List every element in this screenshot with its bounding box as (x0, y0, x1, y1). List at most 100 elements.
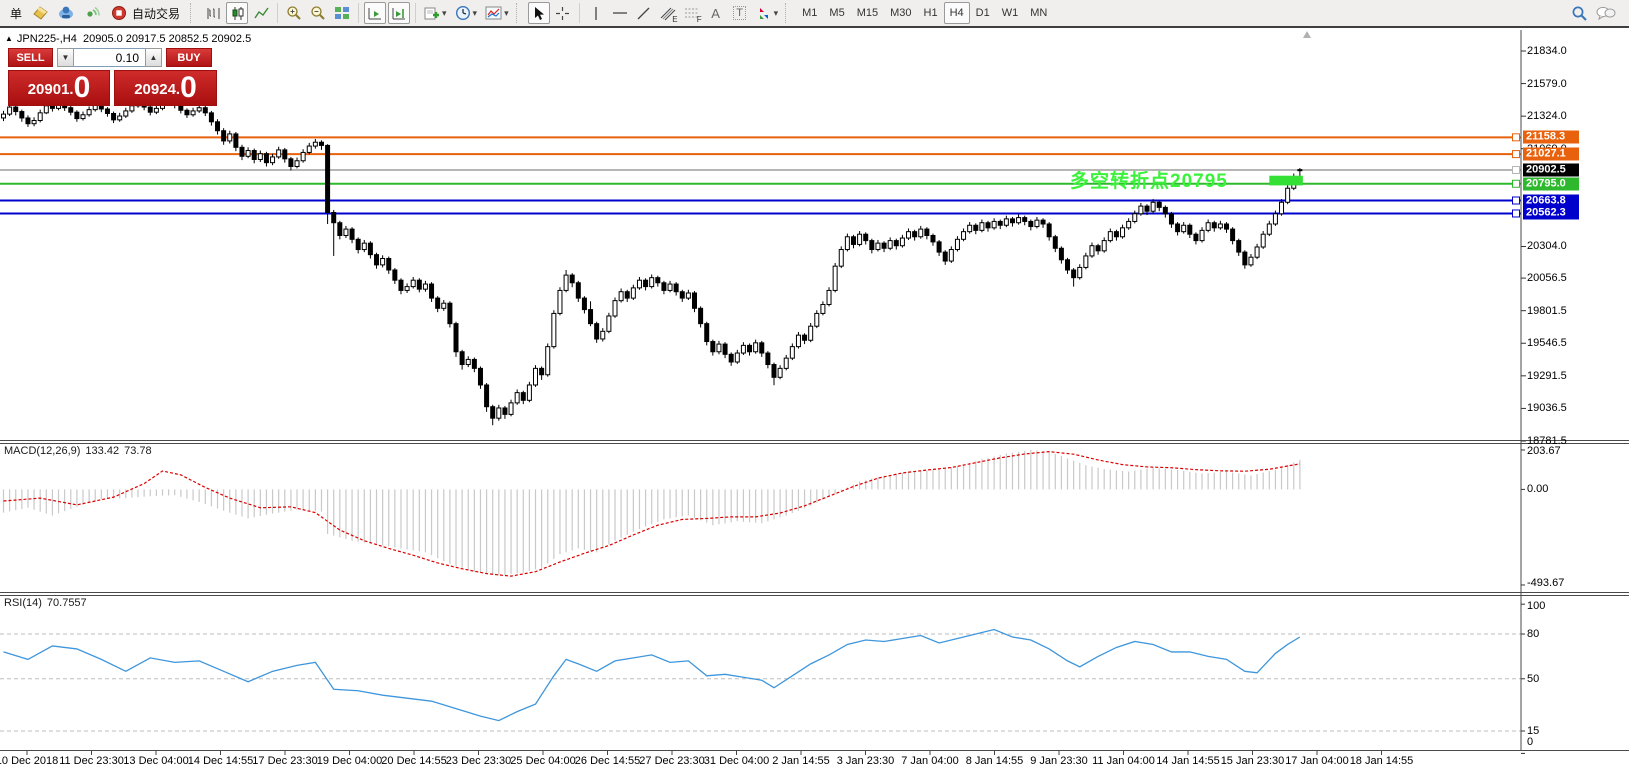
macd-histogram-bar (1085, 465, 1086, 489)
macd-histogram-bar (676, 489, 677, 517)
chart-macd-separator-2 (0, 443, 1629, 444)
macd-histogram-bar (773, 489, 774, 519)
candle-body (1017, 218, 1021, 223)
ohlc-values: 20905.0 20917.5 20852.5 20902.5 (83, 33, 251, 45)
channel-tool-button[interactable]: E (657, 2, 679, 24)
price-line-label[interactable]: 20795.0 (1523, 177, 1579, 190)
candlestick-chart-type-button[interactable] (226, 2, 248, 24)
candle-body (1108, 232, 1112, 241)
sell-price-button[interactable]: 20901.0 (8, 70, 110, 106)
line-label-anchor[interactable] (1513, 210, 1520, 217)
macd-histogram-bar (694, 489, 695, 518)
candle-body (454, 324, 458, 352)
candle-body (864, 234, 868, 240)
autoscroll-button[interactable] (364, 2, 386, 24)
price-line-label[interactable]: 20663.8 (1523, 194, 1579, 207)
line-label-anchor[interactable] (1513, 167, 1520, 174)
candle-body (668, 284, 672, 290)
arrows-tool-button[interactable]: ▾ (753, 2, 782, 24)
sell-button[interactable]: SELL (8, 48, 53, 67)
price-line-label[interactable]: 20562.3 (1523, 207, 1579, 220)
line-label-anchor[interactable] (1513, 151, 1520, 158)
line-chart-type-button[interactable] (250, 2, 272, 24)
price-line-label[interactable]: 21158.3 (1523, 131, 1579, 144)
periods-button[interactable]: ▾ (452, 2, 481, 24)
search-button[interactable] (1568, 2, 1591, 24)
timeframe-m15-button[interactable]: M15 (851, 2, 884, 24)
mql5-community-icon[interactable] (54, 2, 78, 24)
candle-body (8, 107, 12, 114)
macd-histogram-bar (755, 489, 756, 522)
macd-histogram-bar (1042, 451, 1043, 489)
line-label-anchor[interactable] (1513, 134, 1520, 141)
templates-icon (485, 6, 502, 20)
timeframe-m5-button[interactable]: M5 (823, 2, 850, 24)
macd-histogram-bar (315, 489, 316, 511)
buy-price-button[interactable]: 20924.0 (114, 70, 217, 106)
macd-histogram-bar (480, 489, 481, 572)
candle-body (1163, 207, 1167, 213)
collapse-marker-icon[interactable]: ▲ (5, 34, 13, 43)
zoom-in-button[interactable] (283, 2, 305, 24)
new-chart-button[interactable]: ▾ (421, 2, 450, 24)
timeframe-m1-button[interactable]: M1 (796, 2, 823, 24)
lot-increase-button[interactable]: ▲ (145, 48, 162, 67)
macd-histogram-bar (1116, 470, 1117, 489)
horizontal-line-icon (612, 6, 628, 20)
macd-histogram-bar (229, 489, 230, 512)
lot-size-input[interactable] (74, 48, 145, 67)
trendline-tool-button[interactable] (633, 2, 655, 24)
timeframe-m30-button[interactable]: M30 (884, 2, 917, 24)
toolbar-grip (190, 3, 196, 23)
macd-histogram-bar (394, 489, 395, 547)
crosshair-tool-button[interactable] (552, 2, 574, 24)
candle-body (289, 159, 293, 167)
tile-windows-button[interactable] (331, 2, 353, 24)
chart-shift-button[interactable] (388, 2, 410, 24)
chat-icon (1596, 5, 1616, 21)
timeframe-mn-button[interactable]: MN (1024, 2, 1053, 24)
candle-body (717, 344, 721, 352)
new-order-button[interactable]: 单 (5, 2, 27, 24)
vertical-line-tool-button[interactable] (585, 2, 607, 24)
fibonacci-tool-button[interactable]: F (681, 2, 703, 24)
cursor-icon (532, 6, 546, 21)
chart-shift-marker-icon[interactable] (1303, 31, 1311, 38)
bar-chart-type-button[interactable] (202, 2, 224, 24)
price-line-label[interactable]: 21027.1 (1523, 148, 1579, 161)
lot-decrease-button[interactable]: ▼ (57, 48, 74, 67)
price-line-label[interactable]: 20902.5 (1523, 164, 1579, 177)
signals-icon[interactable] (80, 2, 103, 24)
line-label-anchor[interactable] (1513, 197, 1520, 204)
text-tool-button[interactable]: A (705, 2, 727, 24)
macd-rsi-separator[interactable] (0, 592, 1629, 593)
candle-body (949, 250, 953, 261)
timeframe-h4-button[interactable]: H4 (944, 2, 970, 24)
chat-button[interactable] (1593, 2, 1619, 24)
macd-signal-value: 73.78 (124, 445, 152, 457)
zoom-out-button[interactable] (307, 2, 329, 24)
timeframe-h1-button[interactable]: H1 (918, 2, 944, 24)
label-tool-button[interactable]: T (729, 2, 751, 24)
buy-button[interactable]: BUY (166, 48, 212, 67)
autotrading-button[interactable]: 自动交易 (105, 2, 186, 24)
line-label-anchor[interactable] (1513, 180, 1520, 187)
order-book-icon[interactable] (29, 2, 52, 24)
macd-histogram-bar (688, 489, 689, 515)
templates-button[interactable]: ▾ (482, 2, 512, 24)
macd-histogram-bar (1232, 473, 1233, 490)
crosshair-icon (555, 6, 570, 21)
horizontal-line-tool-button[interactable] (609, 2, 631, 24)
macd-histogram-bar (449, 489, 450, 564)
macd-histogram-bar (223, 489, 224, 510)
macd-histogram-bar (926, 471, 927, 490)
chart-macd-separator[interactable] (0, 440, 1629, 441)
cursor-tool-button[interactable] (528, 2, 550, 24)
macd-histogram-bar (486, 489, 487, 573)
timeframe-d1-button[interactable]: D1 (970, 2, 996, 24)
candle-body (919, 229, 923, 237)
pivot-marker-bar[interactable] (1269, 176, 1303, 186)
macd-histogram-bar (1110, 470, 1111, 490)
pivot-annotation-text[interactable]: 多空转折点20795 (1070, 166, 1228, 193)
timeframe-w1-button[interactable]: W1 (996, 2, 1025, 24)
